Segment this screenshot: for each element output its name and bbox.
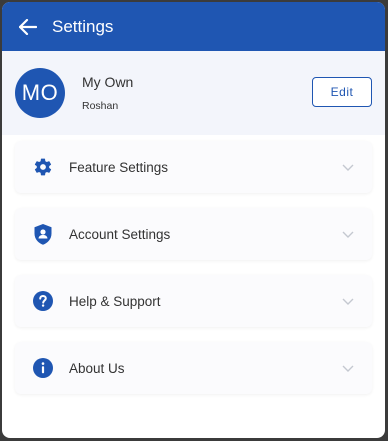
settings-menu: Feature Settings Account Settings Help &… <box>2 135 385 394</box>
menu-item-account-settings[interactable]: Account Settings <box>15 208 372 260</box>
chevron-down-icon <box>342 365 354 372</box>
info-circle-icon <box>32 357 54 379</box>
profile-section: MO My Own Roshan Edit <box>2 51 385 135</box>
shield-user-icon <box>32 223 54 245</box>
app-bar: Settings <box>2 2 385 51</box>
edit-profile-button[interactable]: Edit <box>312 77 372 107</box>
back-button[interactable] <box>14 13 42 41</box>
menu-item-label: Help & Support <box>69 293 161 309</box>
chevron-down-icon <box>342 231 354 238</box>
menu-item-label: Feature Settings <box>69 159 169 175</box>
settings-screen: Settings MO My Own Roshan Edit Feature S… <box>2 2 385 438</box>
avatar: MO <box>15 68 65 118</box>
profile-name: My Own <box>82 74 134 90</box>
question-circle-icon <box>32 290 54 312</box>
profile-subtitle: Roshan <box>82 100 119 112</box>
page-title: Settings <box>52 16 114 36</box>
menu-item-label: About Us <box>69 360 125 376</box>
menu-item-label: Account Settings <box>69 226 171 242</box>
profile-info: My Own Roshan <box>82 74 133 112</box>
menu-item-feature-settings[interactable]: Feature Settings <box>15 141 372 193</box>
gear-icon <box>32 156 54 178</box>
chevron-down-icon <box>342 164 354 171</box>
arrow-left-icon <box>19 18 37 35</box>
menu-item-about-us[interactable]: About Us <box>15 342 372 394</box>
menu-item-help-support[interactable]: Help & Support <box>15 275 372 327</box>
chevron-down-icon <box>342 298 354 305</box>
